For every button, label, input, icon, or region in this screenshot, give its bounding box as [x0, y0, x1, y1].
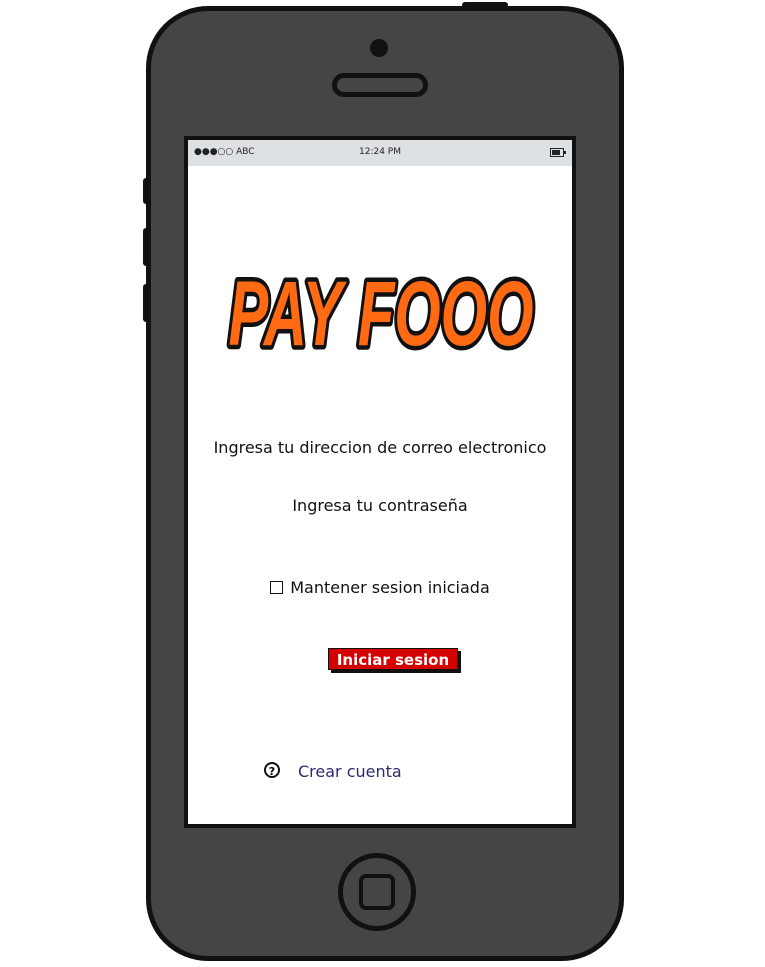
volume-down-button: [143, 284, 149, 322]
status-bar: ●●●○○ ABC 12:24 PM: [188, 140, 572, 166]
earpiece-speaker: [332, 73, 428, 97]
battery-icon: [550, 148, 566, 157]
payfooo-logo: PAY FOOO: [224, 259, 538, 370]
screen: ●●●○○ ABC 12:24 PM PAY FOOO Ingresa tu d…: [184, 136, 576, 828]
email-label[interactable]: Ingresa tu direccion de correo electroni…: [188, 438, 572, 457]
home-button[interactable]: [338, 853, 416, 931]
mute-switch: [143, 178, 149, 204]
home-square-icon: [359, 874, 395, 910]
status-time: 12:24 PM: [359, 147, 401, 157]
volume-up-button: [143, 228, 149, 266]
remember-me[interactable]: Mantener sesion iniciada: [188, 578, 572, 597]
create-account-link[interactable]: Crear cuenta: [298, 762, 402, 781]
front-camera: [370, 39, 388, 57]
remember-label: Mantener sesion iniciada: [290, 578, 490, 597]
password-label[interactable]: Ingresa tu contraseña: [188, 496, 572, 515]
power-button: [462, 2, 508, 8]
login-button[interactable]: Iniciar sesion: [328, 648, 458, 670]
remember-checkbox[interactable]: [270, 581, 284, 594]
svg-text:PAY FOOO: PAY FOOO: [229, 263, 534, 365]
help-icon[interactable]: ?: [264, 762, 280, 778]
